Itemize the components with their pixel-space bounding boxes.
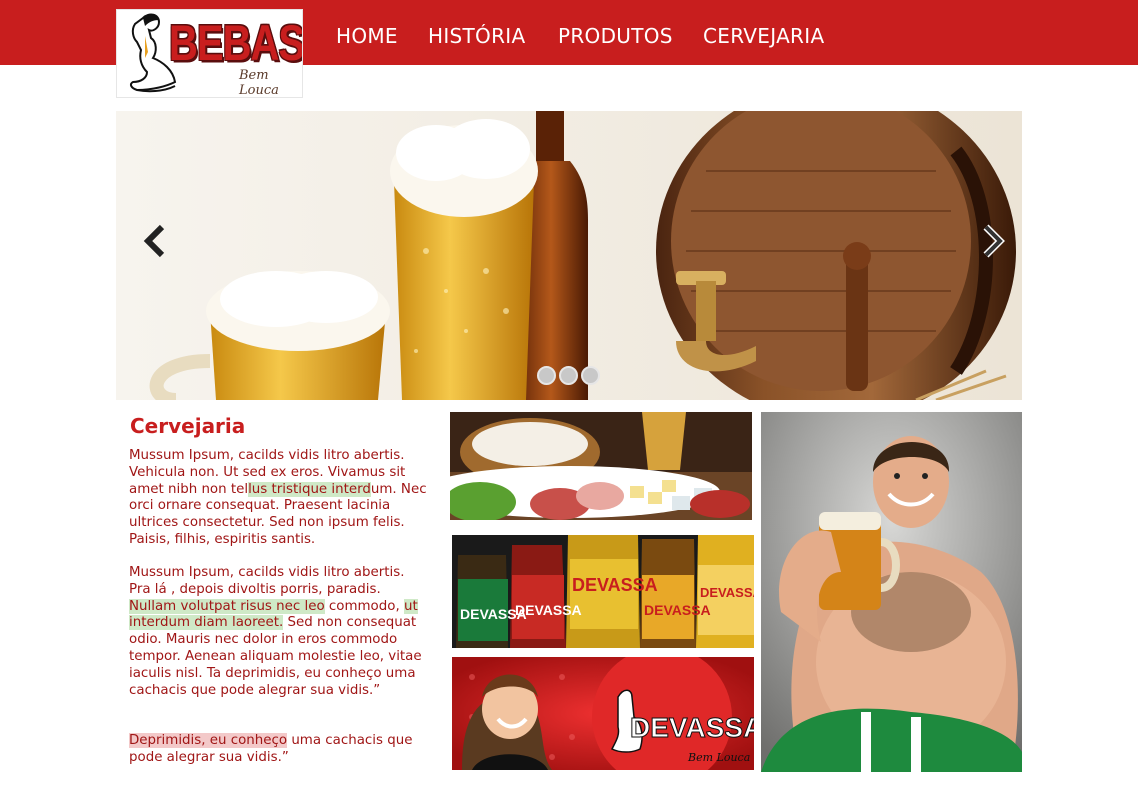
paragraph-1-highlight: lus tristique interd [248,481,371,497]
slider-prev-button[interactable] [136,221,176,261]
slider-dot-3[interactable] [581,366,600,385]
slider-next-button[interactable] [972,221,1012,261]
logo-tagline: Bem Louca [239,68,279,98]
gallery-thumb-food[interactable] [450,412,752,524]
nav-produtos[interactable]: PRODUTOS [558,24,673,48]
bottle-label-2: DEVASSA [515,602,582,618]
slider-dot-1[interactable] [537,366,556,385]
slide-image-beer-barrel [116,111,1022,400]
logo-wordmark: BEBASSA [169,16,303,71]
bottles-image: DEVASSA DEVASSA DEVASSA DEVASSA DEVASSA [452,535,754,648]
bottle-label-4: DEVASSA [644,602,711,618]
chevron-right-icon [983,224,1005,258]
devassa-banner-image: DEVASSA Bem Louca [452,657,754,770]
paragraph-1: Mussum Ipsum, cacilds vidis litro aberti… [129,448,429,549]
paragraph-3-highlight: Deprimidis, eu conheço [129,733,288,748]
banner-tagline: Bem Louca [687,751,750,764]
gallery-thumb-bottles[interactable]: DEVASSA DEVASSA DEVASSA DEVASSA DEVASSA [452,535,754,648]
chevron-left-icon [143,224,165,258]
food-platter-image [450,412,752,524]
gallery-thumb-banner[interactable]: DEVASSA Bem Louca [452,657,754,770]
paragraph-2-highlight-1: Nullam volutpat risus nec leo [129,598,325,614]
gallery-thumb-man[interactable] [761,412,1022,772]
bottle-label-3: DEVASSA [572,575,658,595]
image-slider [116,111,1022,400]
nav-cervejaria[interactable]: CERVEJARIA [703,24,824,48]
slider-dot-2[interactable] [559,366,578,385]
paragraph-3: Deprimidis, eu conheço uma cachacis que … [129,733,429,767]
nav-historia[interactable]: HISTÓRIA [428,24,525,48]
section-title: Cervejaria [130,414,246,438]
banner-brand: DEVASSA [630,712,754,743]
nav-home[interactable]: HOME [336,24,398,48]
paragraph-2: Mussum Ipsum, cacilds vidis litro aberti… [129,565,429,699]
bottle-label-5: DEVASSA [700,585,754,600]
site-logo[interactable]: BEBASSA Bem Louca [116,9,303,98]
man-with-beer-image [761,412,1022,772]
paragraph-2-text-b: commodo, [324,598,404,614]
paragraph-2-text-a: Mussum Ipsum, cacilds vidis litro aberti… [129,565,405,597]
